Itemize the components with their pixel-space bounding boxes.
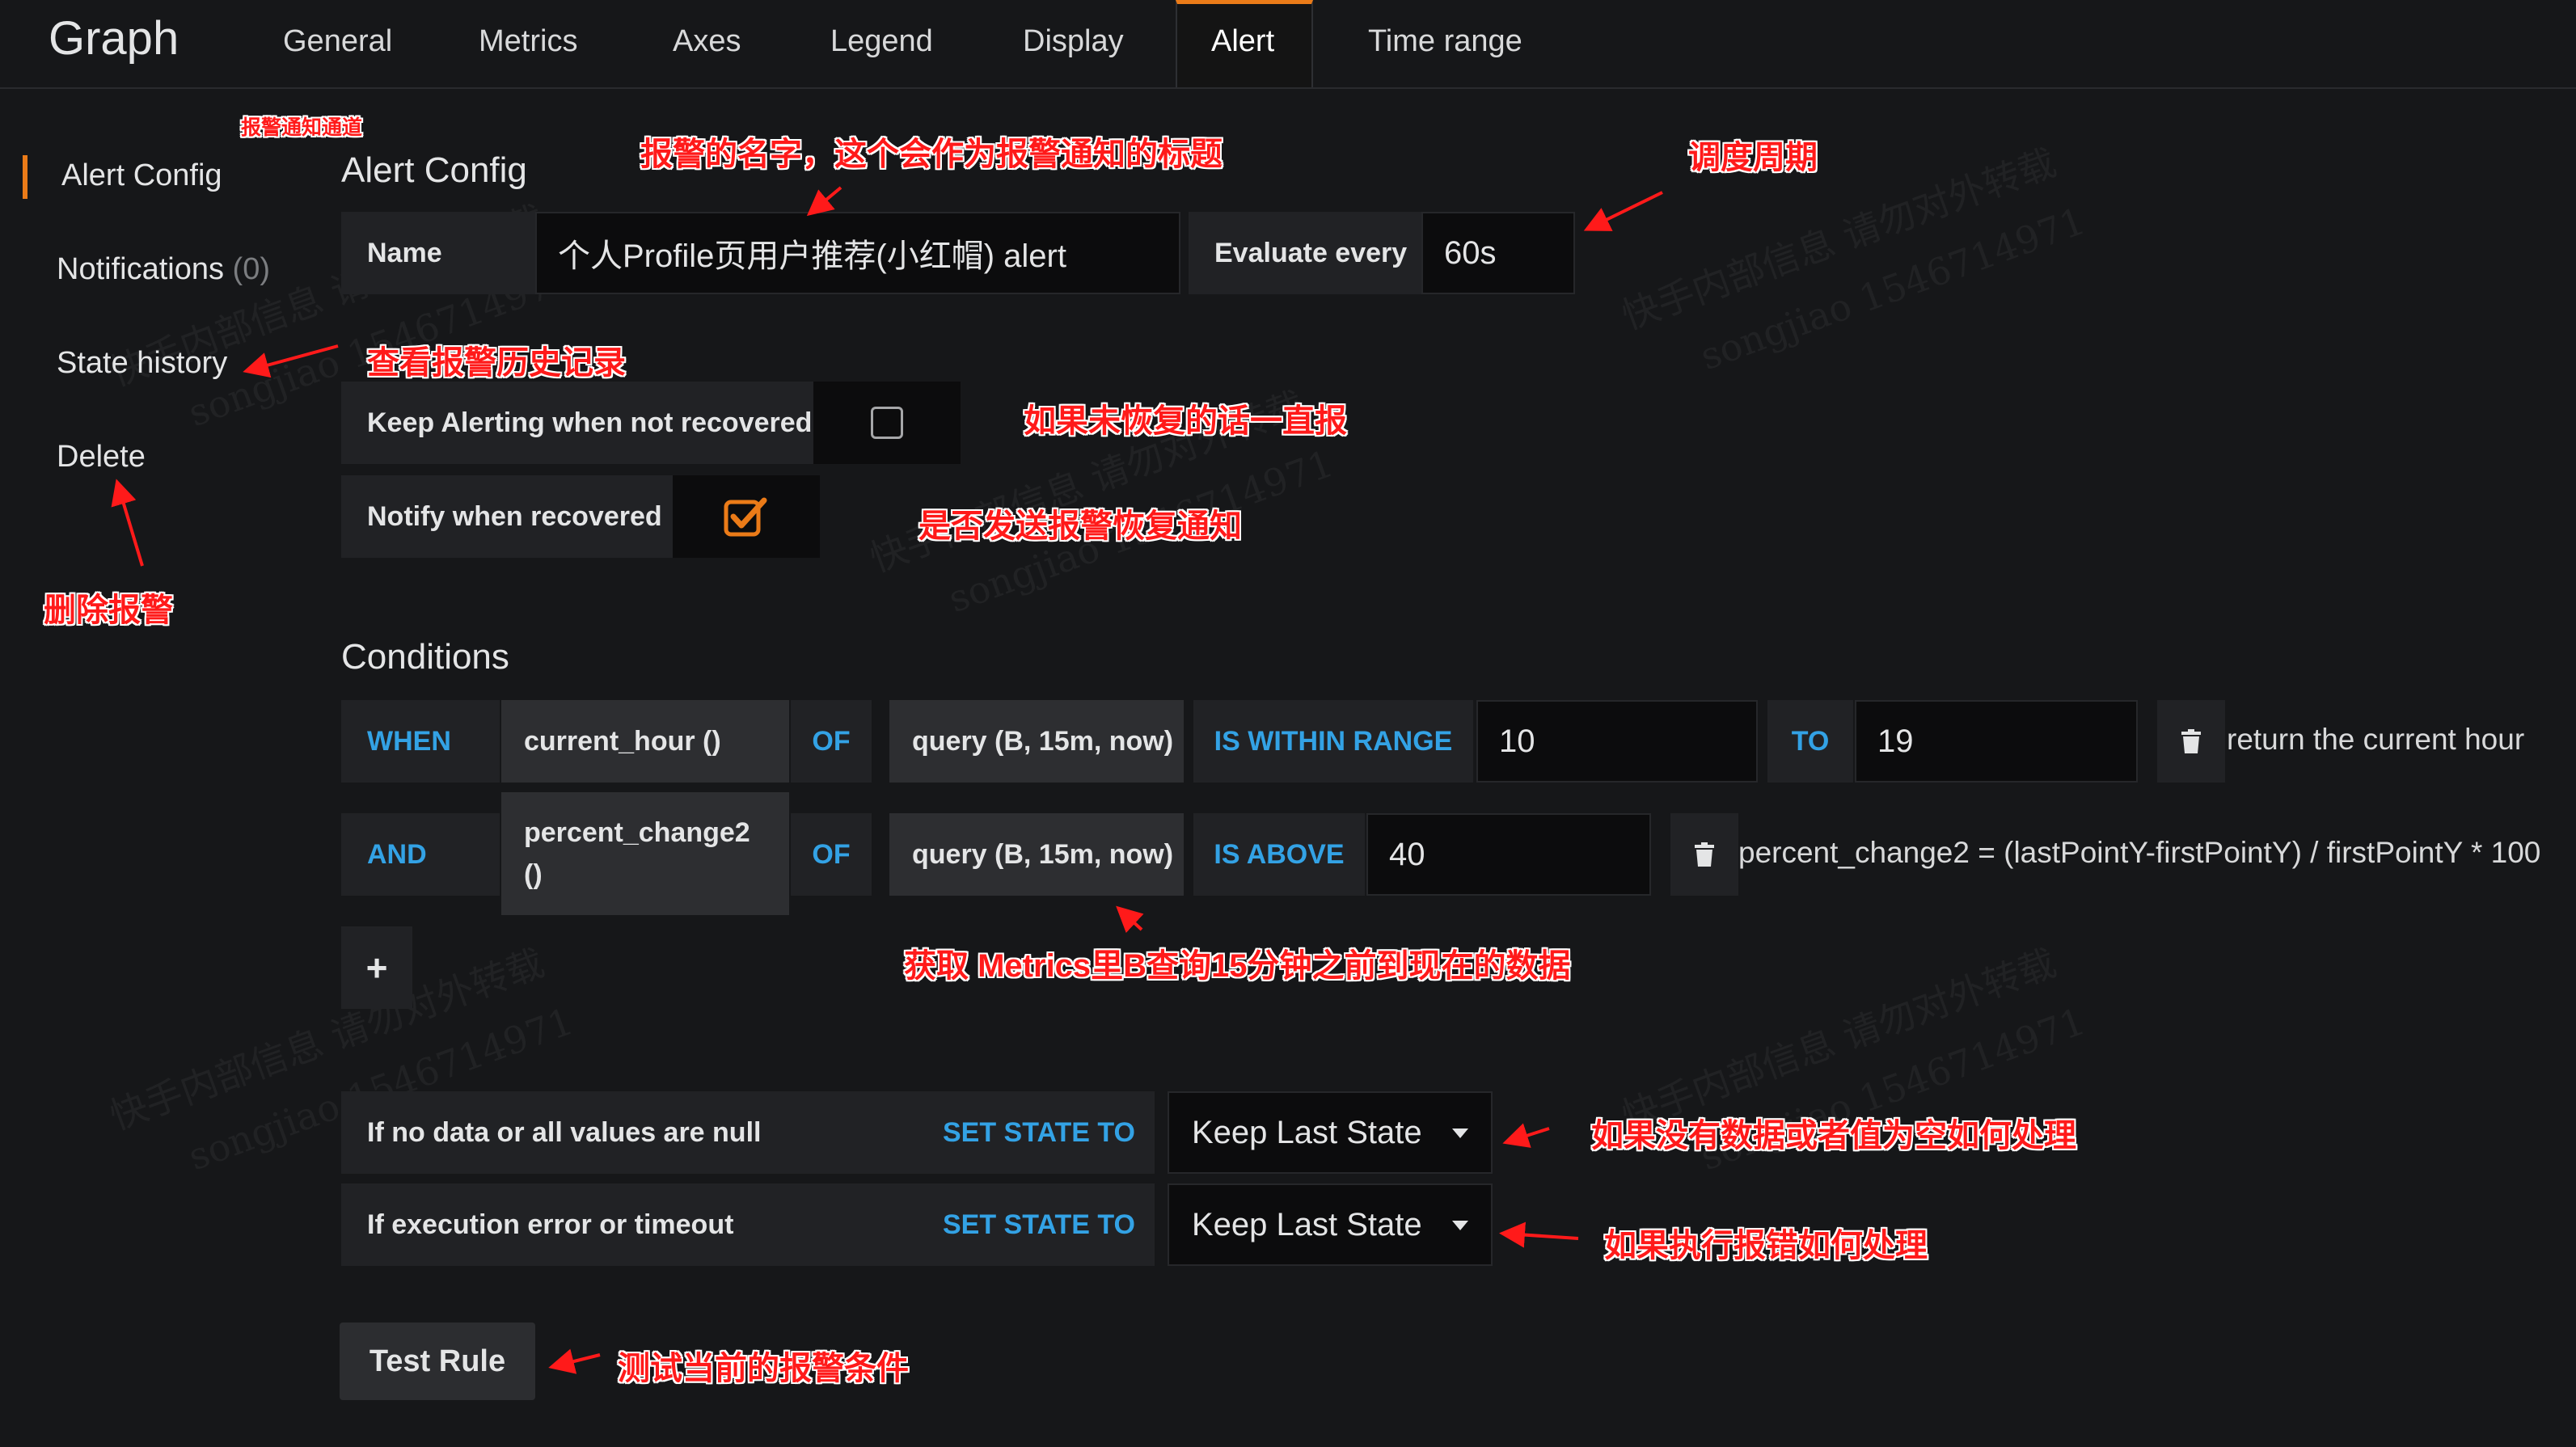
annotation-arrows xyxy=(111,186,1663,1374)
arrow-icon xyxy=(243,344,339,378)
arrow-icon xyxy=(1502,1123,1550,1148)
arrow-icon xyxy=(1499,1221,1579,1248)
arrow-icon xyxy=(1583,191,1663,231)
arrow-icon xyxy=(806,186,842,217)
arrow-icon xyxy=(548,1348,601,1374)
arrow-icon xyxy=(111,479,144,567)
arrow-icon xyxy=(1116,905,1144,934)
